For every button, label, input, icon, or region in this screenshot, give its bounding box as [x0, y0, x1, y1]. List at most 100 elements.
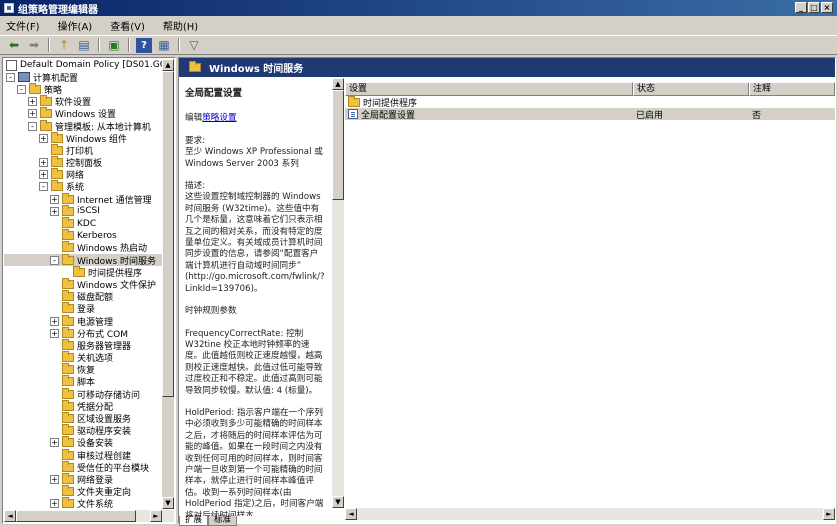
tree-vertical-scrollbar[interactable]: ▲ ▼	[162, 59, 174, 509]
tree-horizontal-scrollbar[interactable]: ◄ ►	[4, 510, 174, 522]
tree-node[interactable]: 审核过程创建	[4, 448, 166, 462]
tree-node[interactable]: + Windows 设置	[4, 107, 166, 120]
scroll-thumb[interactable]	[332, 90, 344, 200]
minimize-button[interactable]: _	[795, 2, 807, 13]
tree-node[interactable]: 文件夹重定向	[4, 485, 166, 498]
edit-policy-link[interactable]: 策略设置	[202, 113, 236, 123]
tree-node[interactable]: + 电源管理	[4, 314, 166, 328]
scroll-thumb[interactable]	[162, 71, 174, 397]
tree-node[interactable]: 磁盘配额	[4, 290, 166, 303]
collapse-icon[interactable]: -	[39, 182, 48, 192]
help-icon[interactable]: ?	[136, 37, 152, 53]
collapse-icon[interactable]: -	[17, 84, 26, 94]
tree-node[interactable]: 驱动程序安装	[4, 424, 166, 437]
tree-node[interactable]: 登录	[4, 302, 166, 315]
scroll-right-icon[interactable]: ►	[150, 510, 162, 522]
tree-node[interactable]: + Internet 通信管理	[4, 192, 166, 206]
expand-icon[interactable]: +	[39, 133, 48, 143]
export-icon[interactable]: ▣	[106, 38, 122, 53]
tree-node[interactable]: Windows 文件保护	[4, 277, 166, 291]
scroll-right-icon[interactable]: ►	[823, 508, 835, 520]
expand-icon[interactable]: +	[50, 438, 59, 448]
collapse-icon[interactable]: -	[50, 255, 59, 265]
tree-node[interactable]: 服务器管理器	[4, 338, 166, 352]
scroll-down-icon[interactable]: ▼	[332, 496, 344, 508]
maximize-button[interactable]: □	[808, 2, 820, 13]
close-button[interactable]: ×	[821, 2, 833, 13]
expand-icon[interactable]: +	[39, 170, 48, 180]
filter-icon[interactable]: ▽	[186, 38, 202, 53]
tree-node-label: 网络登录	[77, 475, 114, 486]
tree-node[interactable]: + 控制面板	[4, 156, 166, 169]
expand-icon[interactable]: +	[50, 206, 59, 216]
scroll-down-icon[interactable]: ▼	[162, 497, 174, 509]
policy-setting-icon	[348, 109, 358, 119]
expand-icon[interactable]: +	[50, 499, 59, 509]
tree-node[interactable]: + 设备安装	[4, 436, 166, 449]
scroll-up-icon[interactable]: ▲	[162, 59, 174, 71]
expand-icon[interactable]: +	[50, 316, 59, 326]
expand-icon[interactable]: +	[50, 194, 59, 204]
list-item[interactable]: 全局配置设置 已启用 否	[345, 108, 835, 121]
menu-file[interactable]: 文件(F)	[6, 18, 40, 33]
forward-icon[interactable]: ➡	[26, 38, 42, 53]
details-title: Windows 时间服务	[209, 64, 304, 75]
expand-icon[interactable]: +	[28, 109, 37, 119]
expand-icon[interactable]: +	[50, 474, 59, 484]
properties-icon[interactable]: ▦	[156, 38, 172, 53]
tree-node[interactable]: 关机选项	[4, 351, 166, 364]
expand-icon[interactable]: +	[28, 97, 37, 107]
tree-node-label: 受信任的平台模块	[77, 463, 150, 474]
collapse-icon[interactable]: -	[28, 121, 37, 131]
tree-node[interactable]: + iSCSI	[4, 204, 166, 217]
tree-node[interactable]: 时间提供程序	[4, 265, 166, 279]
expand-icon[interactable]: +	[39, 158, 48, 168]
tree-node[interactable]: 凭据分配	[4, 399, 166, 413]
folder-icon	[62, 424, 74, 436]
up-folder-icon[interactable]: ↑	[56, 38, 72, 53]
tree-node[interactable]: - Windows 时间服务	[4, 253, 166, 267]
tree-node[interactable]: 区域设置服务	[4, 412, 166, 425]
tree-node[interactable]: + 软件设置	[4, 95, 166, 108]
tree-node-label: 文件系统	[77, 500, 114, 509]
menu-action[interactable]: 操作(A)	[58, 18, 93, 33]
tree-node[interactable]: Windows 热启动	[4, 241, 166, 254]
collapse-icon[interactable]: -	[6, 72, 15, 82]
tab-standard[interactable]: 标准	[208, 516, 238, 526]
column-header-comment[interactable]: 注释	[749, 82, 835, 96]
column-header-state[interactable]: 状态	[633, 82, 749, 96]
details-header: Windows 时间服务	[179, 58, 835, 77]
tree-node[interactable]: 恢复	[4, 363, 166, 376]
back-icon[interactable]: ⬅	[6, 38, 22, 53]
menu-view[interactable]: 查看(V)	[110, 18, 145, 33]
scroll-left-icon[interactable]: ◄	[4, 510, 16, 522]
tree-node[interactable]: 可移动存储访问	[4, 387, 166, 401]
tree-node[interactable]: + 网络登录	[4, 472, 166, 486]
tree-node[interactable]: + 网络	[4, 168, 166, 181]
tree-root[interactable]: Default Domain Policy [DS01.GOOD(	[4, 59, 166, 71]
toolbar-separator	[48, 38, 50, 52]
tree-node[interactable]: - 策略	[4, 82, 166, 96]
tab-extended[interactable]: 扩展	[179, 516, 209, 526]
tree-node[interactable]: - 系统	[4, 180, 166, 193]
tree-node[interactable]: 打印机	[4, 143, 166, 157]
tree-node[interactable]: + 文件系统	[4, 497, 166, 509]
tree-node[interactable]: - 管理模板: 从本地计算机	[4, 119, 166, 133]
scroll-up-icon[interactable]: ▲	[332, 78, 344, 90]
tree-node[interactable]: 受信任的平台模块	[4, 460, 166, 474]
tree-node[interactable]: Kerberos	[4, 229, 166, 242]
tree-node[interactable]: - 计算机配置	[4, 71, 166, 84]
show-tree-icon[interactable]: ▤	[76, 38, 92, 53]
menu-help[interactable]: 帮助(H)	[163, 18, 198, 33]
list-item[interactable]: 时间提供程序	[345, 95, 835, 109]
tree-node[interactable]: + Windows 组件	[4, 131, 166, 145]
scroll-thumb-h[interactable]	[16, 510, 136, 522]
column-header-setting[interactable]: 设置	[345, 82, 633, 96]
list-horizontal-scrollbar[interactable]: ◄ ►	[345, 508, 835, 520]
tree-node[interactable]: 脚本	[4, 375, 166, 388]
folder-icon	[348, 95, 360, 107]
expand-icon[interactable]: +	[50, 328, 59, 338]
description-scrollbar[interactable]: ▲ ▼	[332, 78, 344, 508]
tree-node[interactable]: + 分布式 COM	[4, 326, 166, 340]
tree-node[interactable]: KDC	[4, 217, 166, 229]
